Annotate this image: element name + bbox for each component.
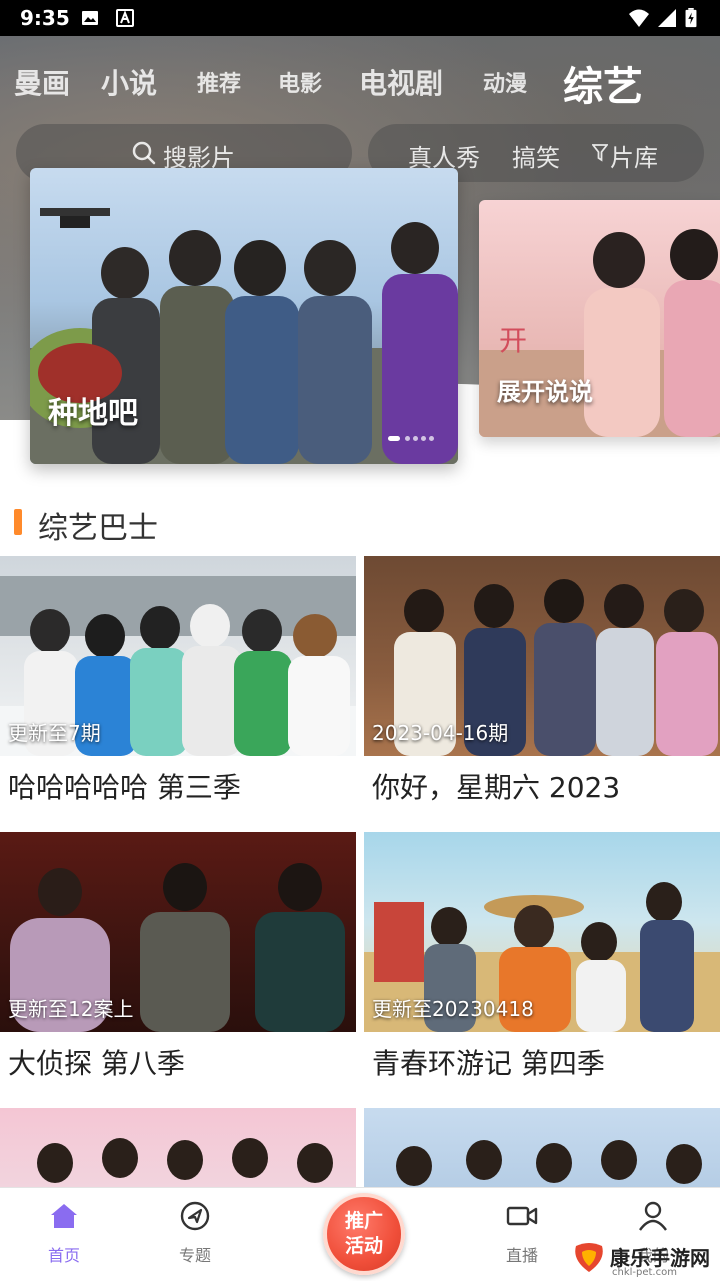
banner-dot <box>405 436 410 441</box>
video-camera-icon <box>506 1206 538 1226</box>
variety-card[interactable] <box>0 1108 356 1188</box>
card-artwork <box>37 1138 333 1183</box>
card-thumbnail <box>0 1108 356 1188</box>
watermark-logo-icon <box>575 1243 603 1272</box>
banner-dot <box>429 436 434 441</box>
section-accent-bar <box>14 509 22 535</box>
banner-dot <box>421 436 426 441</box>
promo-activity-button[interactable]: 推广 活动 <box>323 1193 405 1275</box>
variety-card[interactable]: 更新至20230418 青春环游记 第四季 <box>364 832 720 1080</box>
quick-link-library-label: 片库 <box>610 144 658 172</box>
wifi-icon <box>629 9 649 27</box>
card-thumbnail <box>364 1108 720 1188</box>
category-tabs: 曼画 小说 推荐 电影 电视剧 动漫 综艺 <box>0 52 720 112</box>
variety-card[interactable]: 更新至7期 哈哈哈哈哈 第三季 <box>0 556 356 804</box>
status-bar: 9:35 <box>0 0 720 36</box>
tab-variety[interactable]: 综艺 <box>563 54 643 112</box>
card-thumbnail: 更新至7期 <box>0 556 356 756</box>
status-time: 9:35 <box>20 6 70 30</box>
tab-comic[interactable]: 曼画 <box>14 62 70 102</box>
card-thumbnail: 更新至12案上 <box>0 832 356 1032</box>
promo-line2: 活动 <box>344 1235 383 1257</box>
quick-link-comedy[interactable]: 搞笑 <box>512 138 560 173</box>
nav-live[interactable]: 直播 <box>477 1196 567 1266</box>
banner-main-title: 种地吧 <box>48 396 138 431</box>
signal-icon <box>658 9 676 27</box>
nav-topics-label: 专题 <box>178 1246 211 1265</box>
card-thumbnail: 2023-04-16期 <box>364 556 720 756</box>
svg-text:开: 开 <box>499 324 527 357</box>
promo-line1: 推广 <box>344 1210 383 1232</box>
site-watermark: 康乐手游网 chkl-pet.com <box>572 1238 720 1280</box>
compass-icon <box>180 1201 210 1231</box>
card-title: 哈哈哈哈哈 第三季 <box>8 771 241 804</box>
card-title: 青春环游记 第四季 <box>372 1047 605 1080</box>
filter-icon <box>592 144 608 162</box>
nav-topics[interactable]: 专题 <box>150 1196 240 1266</box>
card-title: 大侦探 第八季 <box>8 1047 185 1080</box>
card-thumbnail: 更新至20230418 <box>364 832 720 1032</box>
tab-novel[interactable]: 小说 <box>101 62 157 102</box>
nav-live-label: 直播 <box>505 1246 538 1265</box>
search-icon <box>132 141 156 165</box>
card-update-badge: 更新至12案上 <box>8 997 134 1021</box>
variety-card[interactable]: 更新至12案上 大侦探 第八季 <box>0 832 356 1080</box>
card-title: 你好，星期六 2023 <box>372 771 621 804</box>
banner-side-title: 展开说说 <box>497 378 593 406</box>
variety-card[interactable]: 2023-04-16期 你好，星期六 2023 <box>364 556 720 804</box>
card-update-badge: 2023-04-16期 <box>372 721 509 745</box>
card-update-badge: 更新至7期 <box>8 721 101 745</box>
banner-main[interactable]: 种地吧 <box>30 168 458 464</box>
tab-movie[interactable]: 电影 <box>278 66 322 98</box>
banner-dot <box>413 436 418 441</box>
banner-side[interactable]: 开 展开说说 <box>479 200 720 437</box>
banner-dot-active <box>388 436 400 441</box>
tab-tv-series[interactable]: 电视剧 <box>359 62 443 102</box>
card-artwork <box>396 1140 702 1186</box>
nav-home[interactable]: 首页 <box>19 1196 109 1266</box>
section-title: 综艺巴士 <box>38 511 158 546</box>
watermark-sub: chkl-pet.com <box>612 1267 677 1278</box>
tab-anime[interactable]: 动漫 <box>483 66 527 98</box>
nav-home-label: 首页 <box>47 1246 80 1265</box>
image-notification-icon <box>82 11 98 25</box>
tab-recommend[interactable]: 推荐 <box>197 66 241 98</box>
variety-card[interactable] <box>364 1108 720 1188</box>
user-icon <box>639 1201 667 1231</box>
home-icon <box>51 1204 77 1228</box>
card-update-badge: 更新至20230418 <box>372 997 534 1021</box>
font-notification-icon <box>116 9 134 27</box>
battery-icon <box>685 8 697 28</box>
